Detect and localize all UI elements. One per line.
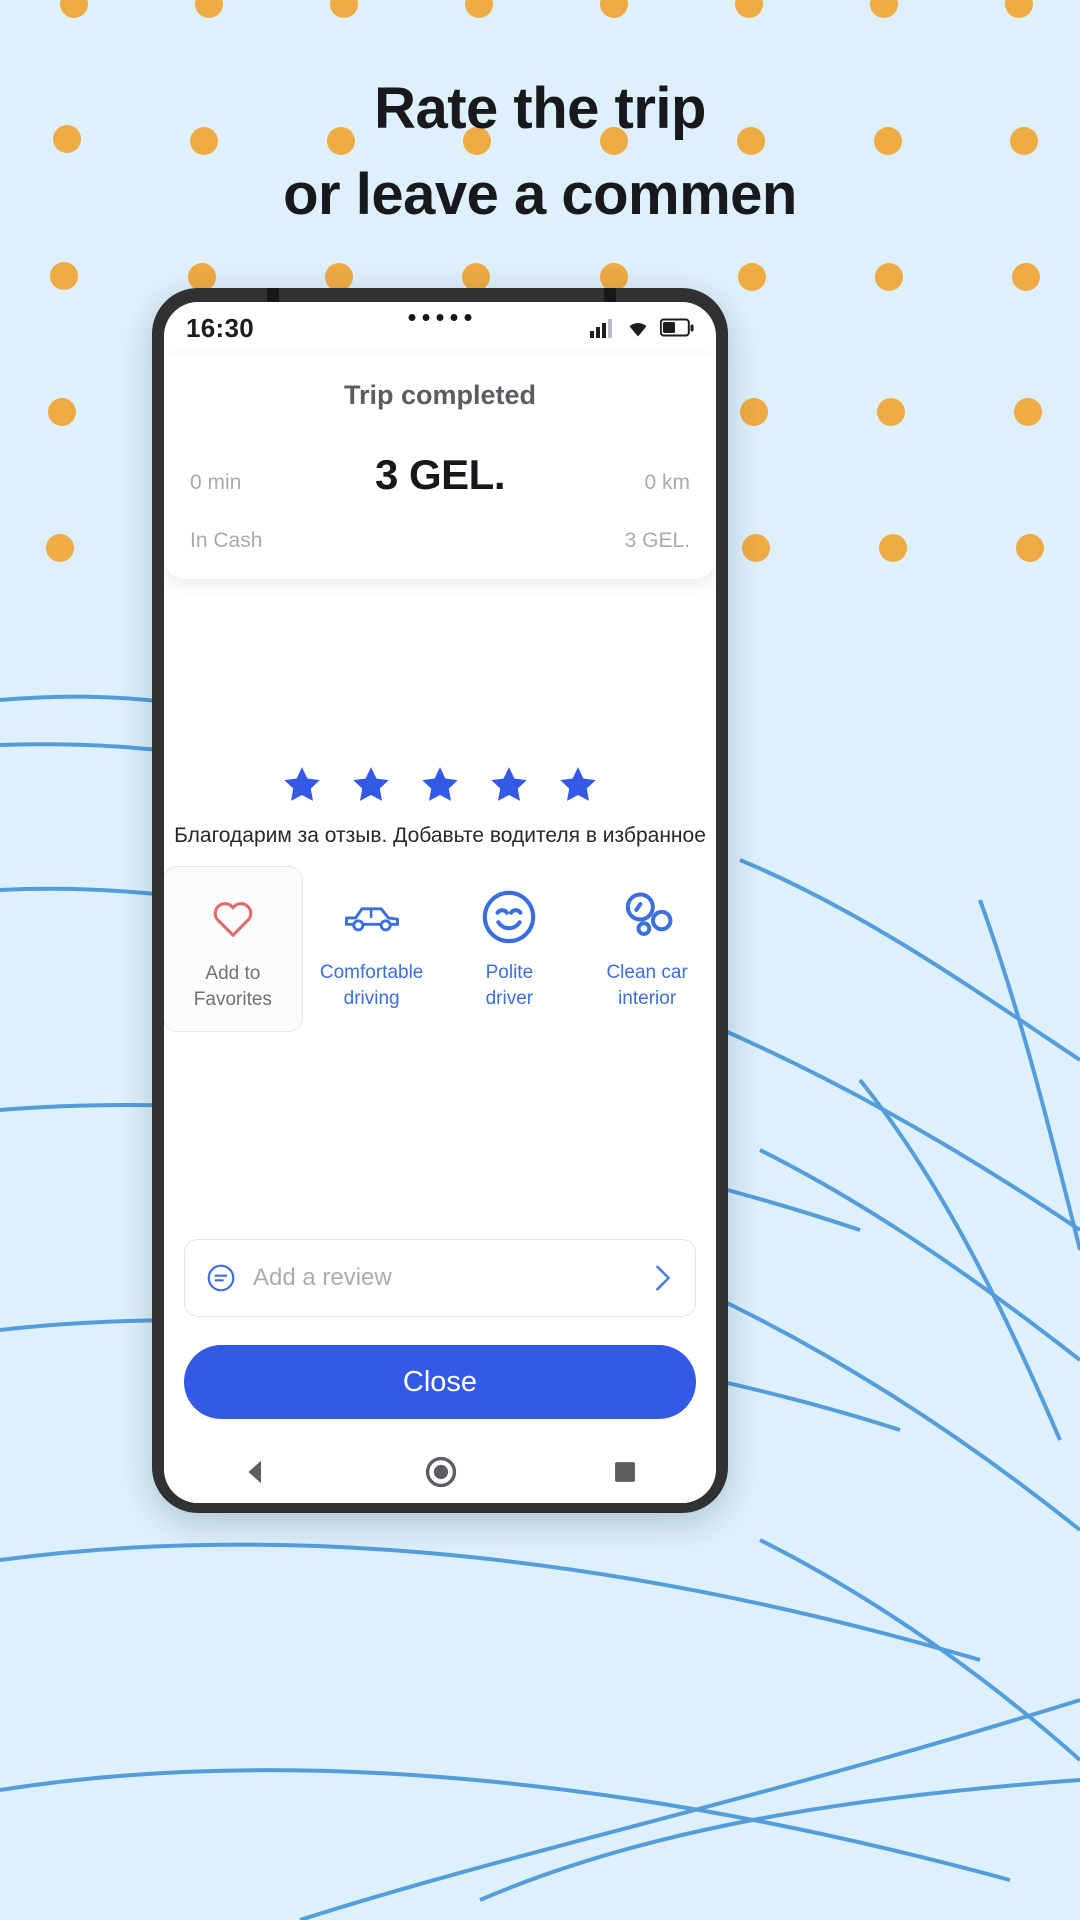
star-icon[interactable] [350,764,392,806]
back-triangle-icon[interactable] [241,1457,271,1487]
poster-stage: Rate the trip or leave a commen 16:30 Tr… [0,0,1080,1920]
status-bar-icons [590,317,694,339]
tile-polite-driver[interactable]: Polite driver [441,866,579,1030]
five-dots-icon [408,314,472,321]
wifi-icon [629,323,647,337]
phone-mockup: 16:30 Trip completed 0 min 3 GEL. 0 km I… [152,288,728,1513]
tile-label: Polite driver [485,962,534,1009]
add-review-input[interactable]: Add a review [184,1239,696,1317]
headline-line-1: Rate the trip [374,76,706,141]
android-nav-bar [164,1441,716,1503]
tile-comfortable-driving[interactable]: Comfortable driving [303,866,441,1030]
thanks-message: Благодарим за отзыв. Добавьте водителя в… [174,824,706,847]
star-icon[interactable] [419,764,461,806]
trip-summary-card: Trip completed 0 min 3 GEL. 0 km In Cash… [164,354,716,579]
feedback-tiles: Add to Favorites Comfortable driving Pol… [164,866,716,1032]
smiley-icon [480,886,538,948]
tile-label: Add to Favorites [193,963,272,1010]
star-rating[interactable] [164,764,716,806]
home-circle-icon[interactable] [424,1455,458,1489]
trip-duration: 0 min [190,471,242,494]
cellular-signal-icon [590,319,612,338]
star-icon[interactable] [557,764,599,806]
payment-row: In Cash 3 GEL. [190,529,690,553]
poster-headline: Rate the trip or leave a commen [0,66,1080,238]
tile-label: Comfortable driving [319,962,424,1009]
tile-clean-car-interior[interactable]: Clean car interior [578,866,716,1030]
tile-add-to-favorites[interactable]: Add to Favorites [164,866,303,1032]
status-bar-time: 16:30 [186,312,254,343]
tile-label: Clean car interior [606,962,688,1009]
phone-screen: 16:30 Trip completed 0 min 3 GEL. 0 km I… [164,302,716,1503]
payment-amount: 3 GEL. [624,529,690,552]
payment-method: In Cash [190,529,263,552]
trip-distance: 0 km [644,471,690,494]
mid-spacer [164,1032,716,1239]
rating-body: Благодарим за отзыв. Добавьте водителя в… [164,579,716,1503]
top-spacer [164,579,716,764]
trip-status-title: Trip completed [343,380,537,410]
headline-line-2: or leave a commen [283,162,797,227]
recents-square-icon[interactable] [611,1458,639,1486]
car-icon [341,886,403,948]
star-icon[interactable] [488,764,530,806]
close-button[interactable]: Close [184,1345,696,1419]
chevron-right-icon[interactable] [651,1264,675,1292]
message-icon [207,1264,235,1292]
fare-row: 0 min 3 GEL. 0 km [190,451,690,499]
heart-icon [211,887,255,949]
status-bar: 16:30 [164,302,716,354]
star-icon[interactable] [281,764,323,806]
bubbles-icon [618,886,676,948]
trip-amount: 3 GEL. [374,451,506,498]
add-review-placeholder: Add a review [253,1264,392,1291]
battery-icon [660,318,694,337]
